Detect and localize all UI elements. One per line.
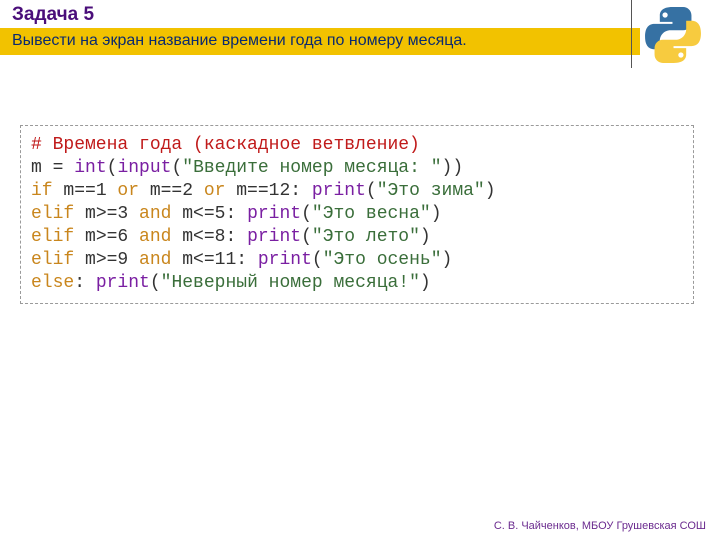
code-text: ( [301,204,312,224]
code-string: "Это осень" [323,250,442,270]
code-string: "Это весна" [312,204,431,224]
code-text: ) [420,227,431,247]
code-text: m = [31,158,74,178]
code-keyword: elif [31,227,74,247]
slide-footer: С. В. Чайченков, МБОУ Грушевская СОШ [494,520,706,532]
code-block: # Времена года (каскадное ветвление) m =… [20,125,694,304]
code-text: )) [442,158,464,178]
code-string: "Это зима" [377,181,485,201]
code-string: "Неверный номер месяца!" [161,273,420,293]
slide-header: Задача 5 Вывести на экран название време… [0,0,720,55]
code-text: m==1 [53,181,118,201]
code-builtin: print [247,227,301,247]
code-keyword: if [31,181,53,201]
code-text: ( [301,227,312,247]
code-keyword: elif [31,250,74,270]
code-line-3: if m==1 or m==2 or m==12: print("Это зим… [31,180,683,203]
code-text: m>=3 [74,204,139,224]
code-keyword: and [139,204,171,224]
code-text: ( [312,250,323,270]
code-keyword: and [139,250,171,270]
code-keyword: or [204,181,226,201]
code-keyword: or [117,181,139,201]
code-string: "Введите номер месяца: " [182,158,441,178]
code-text: ) [442,250,453,270]
code-line-5: elif m>=6 and m<=8: print("Это лето") [31,226,683,249]
code-text: m<=8: [171,227,247,247]
code-keyword: elif [31,204,74,224]
code-comment: # Времена года (каскадное ветвление) [31,135,420,155]
code-text: : [74,273,96,293]
code-string: "Это лето" [312,227,420,247]
code-text: ) [485,181,496,201]
header-divider [631,0,632,68]
code-text: ) [431,204,442,224]
code-line-1: # Времена года (каскадное ветвление) [31,134,683,157]
python-logo-icon [644,6,702,64]
task-description: Вывести на экран название времени года п… [0,28,640,55]
code-text: m<=5: [171,204,247,224]
code-line-7: else: print("Неверный номер месяца!") [31,272,683,295]
code-text: ( [171,158,182,178]
code-line-4: elif m>=3 and m<=5: print("Это весна") [31,203,683,226]
code-text: ( [366,181,377,201]
code-line-6: elif m>=9 and m<=11: print("Это осень") [31,249,683,272]
code-builtin: print [247,204,301,224]
code-builtin: input [117,158,171,178]
code-keyword: and [139,227,171,247]
code-text: m<=11: [171,250,257,270]
code-line-2: m = int(input("Введите номер месяца: ")) [31,157,683,180]
code-builtin: int [74,158,106,178]
slide-title: Задача 5 [0,4,720,28]
code-text: ( [107,158,118,178]
code-keyword: else [31,273,74,293]
code-text: m==12: [225,181,311,201]
code-text: m==2 [139,181,204,201]
code-builtin: print [312,181,366,201]
code-text: m>=9 [74,250,139,270]
code-text: m>=6 [74,227,139,247]
code-text: ( [150,273,161,293]
code-builtin: print [258,250,312,270]
code-text: ) [420,273,431,293]
code-builtin: print [96,273,150,293]
